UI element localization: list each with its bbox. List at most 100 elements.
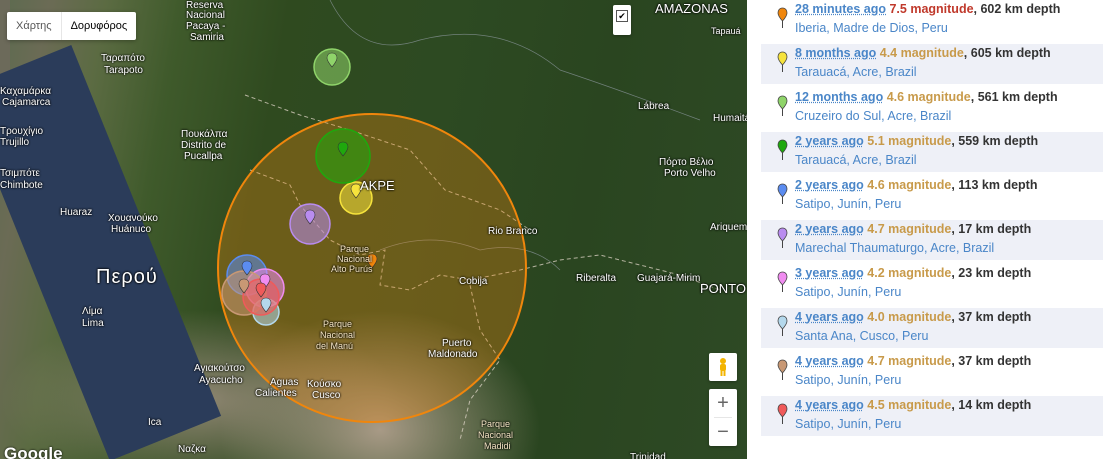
earthquake-summary-line: 4 years ago 4.0 magnitude, 37 km depth [795, 308, 1103, 327]
place-link[interactable]: Satipo, Junín, Peru [795, 195, 1103, 214]
earthquake-summary-line: 2 years ago 4.6 magnitude, 113 km depth [795, 176, 1103, 195]
place-link[interactable]: Cruzeiro do Sul, Acre, Brazil [795, 107, 1103, 126]
map-label-cusco1: Κούσκο [307, 379, 342, 390]
zoom-control: + − [709, 389, 737, 446]
map-type-map-button[interactable]: Χάρτης [7, 12, 61, 40]
time-ago-link[interactable]: 4 years ago [795, 398, 864, 412]
map-label-huaraz: Huaraz [60, 207, 93, 218]
map-label-chimbote2: Chimbote [0, 180, 43, 191]
depth-text: , 14 km depth [951, 398, 1032, 412]
time-ago-link[interactable]: 12 months ago [795, 90, 883, 104]
map-label-labrea: Lábrea [638, 101, 670, 112]
pegman-icon [720, 358, 726, 376]
place-link[interactable]: Marechal Thaumaturgo, Acre, Brazil [795, 239, 1103, 258]
time-ago-link[interactable]: 4 years ago [795, 310, 864, 324]
depth-text: , 605 km depth [963, 46, 1051, 60]
map-label-tarapoto1: Ταραπότο [101, 53, 145, 64]
time-ago-link[interactable]: 28 minutes ago [795, 2, 886, 16]
time-ago-link[interactable]: 3 years ago [795, 266, 864, 280]
orange-marker-icon [777, 7, 788, 28]
time-ago-link[interactable]: 4 years ago [795, 354, 864, 368]
magnitude-text: 4.2 magnitude [867, 266, 952, 280]
map-label-huanuco1: Χουανούκο [108, 213, 158, 224]
map-label-guajara: Guajará-Mirim [637, 273, 701, 284]
map-label-trujillo2: Trujillo [0, 137, 30, 148]
map-label-riobranco: Rio Branco [488, 226, 538, 237]
magnitude-text: 4.5 magnitude [867, 398, 952, 412]
tan-marker-icon [777, 359, 788, 380]
map-label-madidi2: Nacional [478, 430, 514, 440]
depth-text: , 37 km depth [951, 310, 1032, 324]
magnitude-text: 5.1 magnitude [867, 134, 952, 148]
earthquake-list-item: 28 minutes ago 7.5 magnitude, 602 km dep… [761, 0, 1103, 40]
street-view-pegman[interactable] [709, 353, 737, 381]
map-label-manu3: del Manú [316, 341, 354, 351]
map-view[interactable]: Χάρτης Δορυφόρος ✔ + − Google AMAZONAS Ta… [0, 0, 747, 459]
map-label-maldonado1: Puerto [442, 338, 472, 349]
map-label-ribeiralta: Riberalta [576, 273, 617, 284]
magnitude-text: 4.0 magnitude [867, 310, 952, 324]
earthquake-summary-line: 4 years ago 4.5 magnitude, 14 km depth [795, 396, 1103, 415]
map-label-ariquemes: Ariquemes [710, 222, 747, 233]
map-label-reserva3: Pacaya - [186, 21, 226, 32]
earthquake-list: 28 minutes ago 7.5 magnitude, 602 km dep… [761, 0, 1103, 459]
magnitude-text: 4.6 magnitude [867, 178, 952, 192]
lightgreen-marker-icon [777, 95, 788, 116]
time-ago-link[interactable]: 2 years ago [795, 222, 864, 236]
earthquake-summary-line: 3 years ago 4.2 magnitude, 23 km depth [795, 264, 1103, 283]
time-ago-link[interactable]: 8 months ago [795, 46, 876, 60]
map-label-portovelho2: Porto Velho [664, 168, 716, 179]
earthquake-list-item: 2 years ago 4.7 magnitude, 17 km depth M… [761, 220, 1103, 260]
earthquake-list-item: 4 years ago 4.0 magnitude, 37 km depth S… [761, 308, 1103, 348]
earthquake-summary-line: 8 months ago 4.4 magnitude, 605 km depth [795, 44, 1103, 63]
map-label-manu2: Nacional [320, 330, 356, 340]
map-label-manu1: Parque [323, 319, 353, 329]
map-label-aguas2: Calientes [255, 388, 297, 399]
lightblue-marker-icon [777, 315, 788, 336]
zoom-out-button[interactable]: − [709, 418, 737, 446]
map-label-pucallpa3: Pucallpa [184, 151, 223, 162]
map-type-satellite-button[interactable]: Δορυφόρος [60, 12, 137, 40]
purple-marker-icon [777, 227, 788, 248]
map-label-alto3: Alto Purús [331, 264, 373, 274]
map-label-cusco2: Cusco [312, 390, 341, 401]
depth-text: , 113 km depth [951, 178, 1038, 192]
earthquake-list-item: 4 years ago 4.5 magnitude, 14 km depth S… [761, 396, 1103, 436]
time-ago-link[interactable]: 2 years ago [795, 134, 864, 148]
map-label-reserva4: Samiria [190, 32, 224, 43]
place-link[interactable]: Santa Ana, Cusco, Peru [795, 327, 1103, 346]
place-link[interactable]: Tarauacá, Acre, Brazil [795, 63, 1103, 82]
map-label-ayacucho2: Ayacucho [199, 375, 243, 386]
map-label-cajamarca2: Cajamarca [2, 97, 51, 108]
map-label-tapaua: Tapauá [711, 26, 741, 36]
place-link[interactable]: Satipo, Junín, Peru [795, 283, 1103, 302]
time-ago-link[interactable]: 2 years ago [795, 178, 864, 192]
earthquake-list-item: 3 years ago 4.2 magnitude, 23 km depth S… [761, 264, 1103, 304]
magnitude-text: 4.7 magnitude [867, 222, 952, 236]
yellow-marker-icon [777, 51, 788, 72]
map-label-aguas1: Aguas [270, 377, 299, 388]
map-label-lima2: Lima [82, 318, 104, 329]
map-label-acre: ΑΚΡΕ [360, 178, 395, 193]
magnitude-text: 4.4 magnitude [879, 46, 964, 60]
red-marker-icon [777, 403, 788, 424]
map-label-humaita: Humaitá [713, 113, 747, 124]
place-link[interactable]: Satipo, Junín, Peru [795, 371, 1103, 390]
place-link[interactable]: Satipo, Junín, Peru [795, 415, 1103, 434]
layer-toggle[interactable]: ✔ [613, 5, 631, 35]
map-label-reserva2: Nacional [186, 10, 225, 21]
map-label-madidi1: Parque [481, 419, 511, 429]
map-label-lima1: Λίμα [82, 306, 103, 317]
map-label-maldonado2: Maldonado [428, 349, 478, 360]
place-link[interactable]: Iberia, Madre de Dios, Peru [795, 19, 1103, 38]
zoom-in-button[interactable]: + [709, 389, 737, 417]
earthquake-list-item: 2 years ago 5.1 magnitude, 559 km depth … [761, 132, 1103, 172]
map-label-cajamarca1: Καχαμάρκα [0, 86, 51, 97]
map-label-pucallpa2: Distrito de [181, 140, 227, 151]
place-link[interactable]: Tarauacá, Acre, Brazil [795, 151, 1103, 170]
map-label-pucallpa1: Πουκάλπα [181, 129, 228, 140]
earthquake-list-item: 2 years ago 4.6 magnitude, 113 km depth … [761, 176, 1103, 216]
earthquake-list-item: 8 months ago 4.4 magnitude, 605 km depth… [761, 44, 1103, 84]
map-label-tarapoto2: Tarapoto [104, 65, 143, 76]
map-type-control: Χάρτης Δορυφόρος [7, 12, 137, 40]
